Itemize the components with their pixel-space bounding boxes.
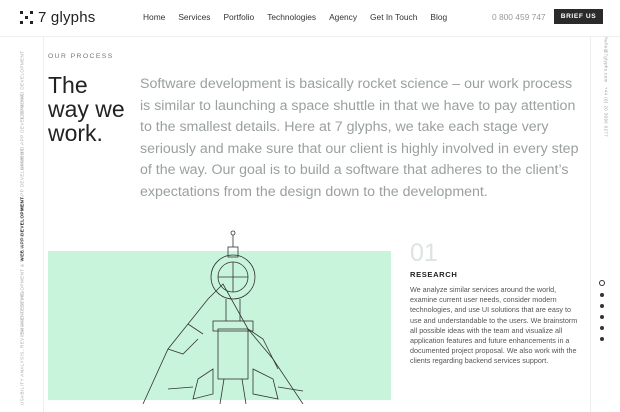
brief-us-button[interactable]: BRIEF US (554, 9, 603, 24)
section-dot[interactable] (600, 293, 604, 297)
logo[interactable]: 7 glyphs (20, 9, 95, 26)
title-line-1: The (48, 72, 88, 98)
right-rail: hello@7glyphs.com +44 (0) 20 3096 0277 (590, 36, 620, 412)
rocket-illustration-icon (142, 230, 304, 404)
title-line-3: work. (48, 120, 103, 146)
nav-portfolio[interactable]: Portfolio (223, 12, 254, 22)
section-dots (599, 280, 605, 348)
logo-icon (20, 11, 33, 24)
nav-get-in-touch[interactable]: Get In Touch (370, 12, 417, 22)
title-line-2: way we (48, 96, 125, 122)
research-illustration (48, 230, 391, 404)
nav-blog[interactable]: Blog (430, 12, 447, 22)
nav-home[interactable]: Home (143, 12, 165, 22)
nav-technologies[interactable]: Technologies (267, 12, 316, 22)
section-dot[interactable] (600, 315, 604, 319)
step-number: 01 (410, 239, 438, 267)
page-title: The way we work. (48, 73, 125, 145)
left-rail: Ideas and Development Android App Develo… (0, 36, 44, 412)
intro-paragraph: Software development is basically rocket… (140, 76, 579, 200)
logo-text: 7 glyphs (38, 9, 96, 26)
step-description: We analyze similar services around the w… (410, 285, 578, 366)
rail-item-usability[interactable]: Usability Analysis, Review and Testing (19, 291, 24, 405)
contact-email[interactable]: hello@7glyphs.com (604, 37, 609, 82)
section-dot[interactable] (599, 280, 605, 286)
section-dot[interactable] (600, 326, 604, 330)
main-nav: Home Services Portfolio Technologies Age… (143, 12, 460, 22)
header-divider (0, 36, 620, 37)
phone-number[interactable]: 0 800 459 747 (492, 12, 546, 22)
section-eyebrow: OUR PROCESS (48, 53, 114, 60)
section-dot[interactable] (600, 337, 604, 341)
contact-phone[interactable]: +44 (0) 20 3096 0277 (604, 87, 609, 137)
nav-services[interactable]: Services (178, 12, 210, 22)
step-title: RESEARCH (410, 270, 458, 279)
header: 7 glyphs Home Services Portfolio Technol… (0, 0, 620, 36)
section-dot[interactable] (600, 304, 604, 308)
nav-agency[interactable]: Agency (329, 12, 357, 22)
